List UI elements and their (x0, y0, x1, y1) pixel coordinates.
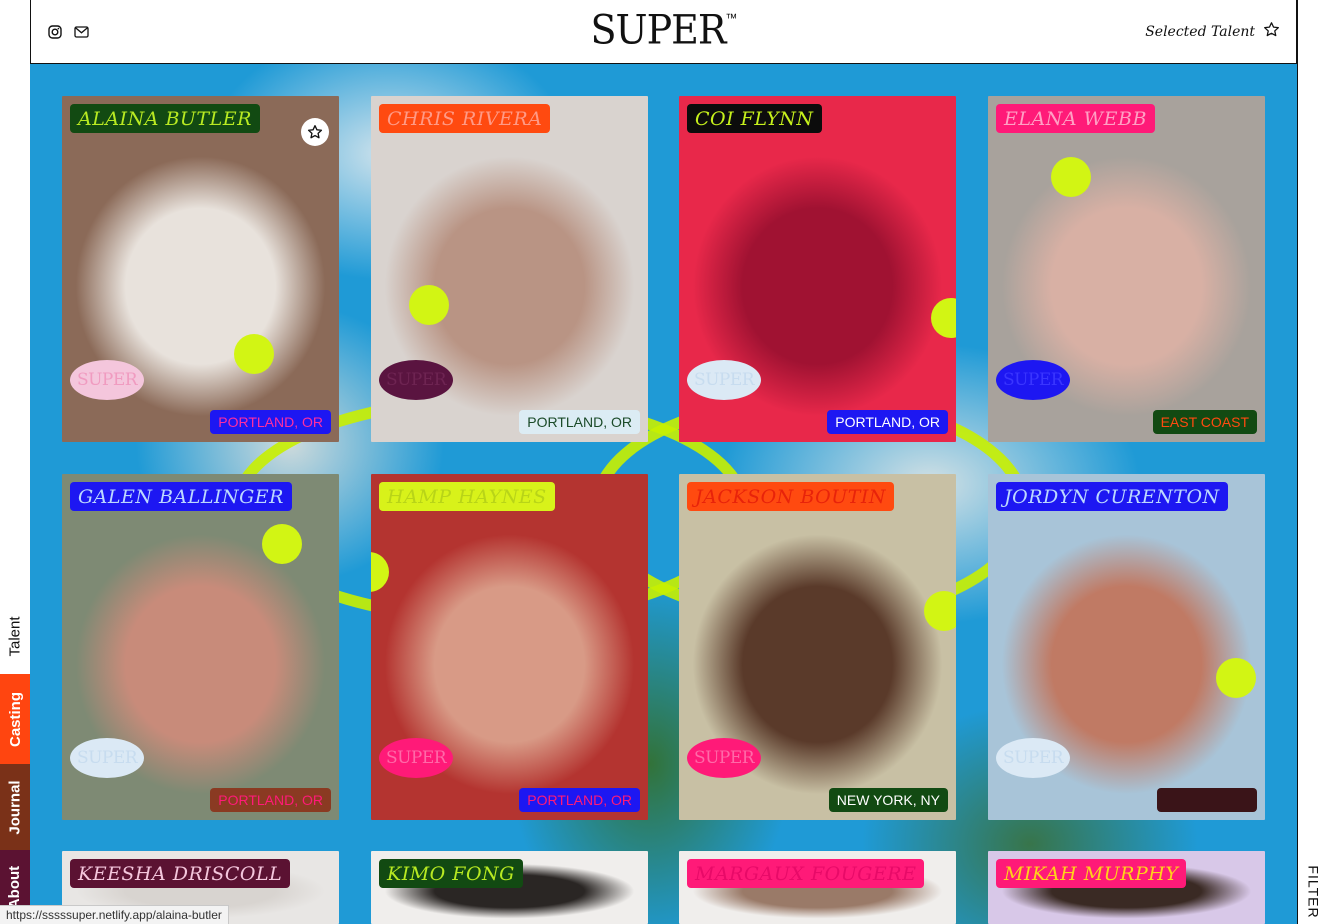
star-icon (1263, 21, 1280, 42)
decorative-dot (1051, 157, 1091, 197)
talent-name: Margaux Fougere (687, 859, 925, 888)
talent-location: PORTLAND, OR (210, 788, 331, 812)
right-strip (1297, 0, 1330, 924)
talent-card[interactable]: Hamp Haynes SUPER PORTLAND, OR (371, 474, 648, 820)
talent-card[interactable]: Jackson Boutin SUPER NEW YORK, NY (679, 474, 956, 820)
decorative-dot (1216, 658, 1256, 698)
favorite-star-icon[interactable] (301, 118, 329, 146)
decorative-dot (924, 591, 956, 631)
talent-location: EAST COAST (1152, 410, 1257, 434)
nav-about-label: About (6, 865, 24, 909)
talent-location: PORTLAND, OR (519, 788, 640, 812)
talent-name: Hamp Haynes (379, 482, 555, 511)
talent-name: Galen Ballinger (70, 482, 292, 511)
talent-location (1157, 788, 1257, 812)
super-seal: SUPER (379, 360, 453, 400)
talent-name: Jackson Boutin (687, 482, 895, 511)
super-seal: SUPER (996, 738, 1070, 778)
filter-button[interactable]: FILTER (1298, 860, 1330, 924)
talent-name: Elana Webb (996, 104, 1155, 133)
nav-journal-label: Journal (6, 779, 24, 835)
instagram-icon[interactable] (47, 24, 63, 40)
talent-location: PORTLAND, OR (210, 410, 331, 434)
decorative-dot (409, 285, 449, 325)
site-header: SUPER™ Selected Talent (30, 0, 1297, 64)
talent-card[interactable]: Coi Flynn SUPER PORTLAND, OR (679, 96, 956, 442)
talent-name: Alaina Butler (70, 104, 260, 133)
super-seal: SUPER (996, 360, 1070, 400)
talent-name: Keesha Driscoll (70, 859, 291, 888)
talent-card[interactable]: Alaina Butler SUPER PORTLAND, OR (62, 96, 339, 442)
talent-name: Chris Rivera (379, 104, 551, 133)
selected-talent-link[interactable]: Selected Talent (1145, 21, 1280, 42)
site-logo[interactable]: SUPER™ (590, 6, 738, 54)
super-seal: SUPER (687, 360, 761, 400)
talent-name: Coi Flynn (687, 104, 822, 133)
talent-card[interactable]: Mikah Murphy (988, 851, 1265, 924)
talent-location: PORTLAND, OR (519, 410, 640, 434)
social-links (47, 24, 89, 40)
super-seal: SUPER (687, 738, 761, 778)
left-nav: Talent Casting Journal About (0, 0, 30, 924)
nav-tab-journal[interactable]: Journal (0, 764, 30, 850)
super-seal: SUPER (379, 738, 453, 778)
talent-name: Mikah Murphy (996, 859, 1187, 888)
talent-location: NEW YORK, NY (828, 788, 948, 812)
super-seal: SUPER (70, 738, 144, 778)
talent-location: PORTLAND, OR (827, 410, 948, 434)
mail-icon[interactable] (73, 24, 89, 40)
status-bar-url: https://sssssuper.netlify.app/alaina-but… (0, 905, 229, 924)
nav-tab-casting[interactable]: Casting (0, 674, 30, 764)
filter-label: FILTER (1306, 865, 1323, 919)
selected-talent-label: Selected Talent (1145, 23, 1255, 40)
talent-name: Jordyn Curenton (996, 482, 1228, 511)
nav-talent-label: Talent (6, 615, 24, 657)
nav-casting-label: Casting (6, 691, 24, 747)
talent-card[interactable]: Margaux Fougere (679, 851, 956, 924)
talent-card[interactable]: Chris Rivera SUPER PORTLAND, OR (371, 96, 648, 442)
nav-tab-talent[interactable]: Talent (0, 598, 30, 674)
logo-text: SUPER (590, 6, 727, 54)
talent-card[interactable]: Elana Webb SUPER EAST COAST (988, 96, 1265, 442)
talent-name: Kimo Fong (379, 859, 523, 888)
talent-card[interactable]: Jordyn Curenton SUPER (988, 474, 1265, 820)
super-seal: SUPER (70, 360, 144, 400)
talent-card[interactable]: Kimo Fong (371, 851, 648, 924)
talent-card[interactable]: Galen Ballinger SUPER PORTLAND, OR (62, 474, 339, 820)
decorative-dot (262, 524, 302, 564)
decorative-dot (234, 334, 274, 374)
logo-trademark: ™ (725, 11, 737, 26)
